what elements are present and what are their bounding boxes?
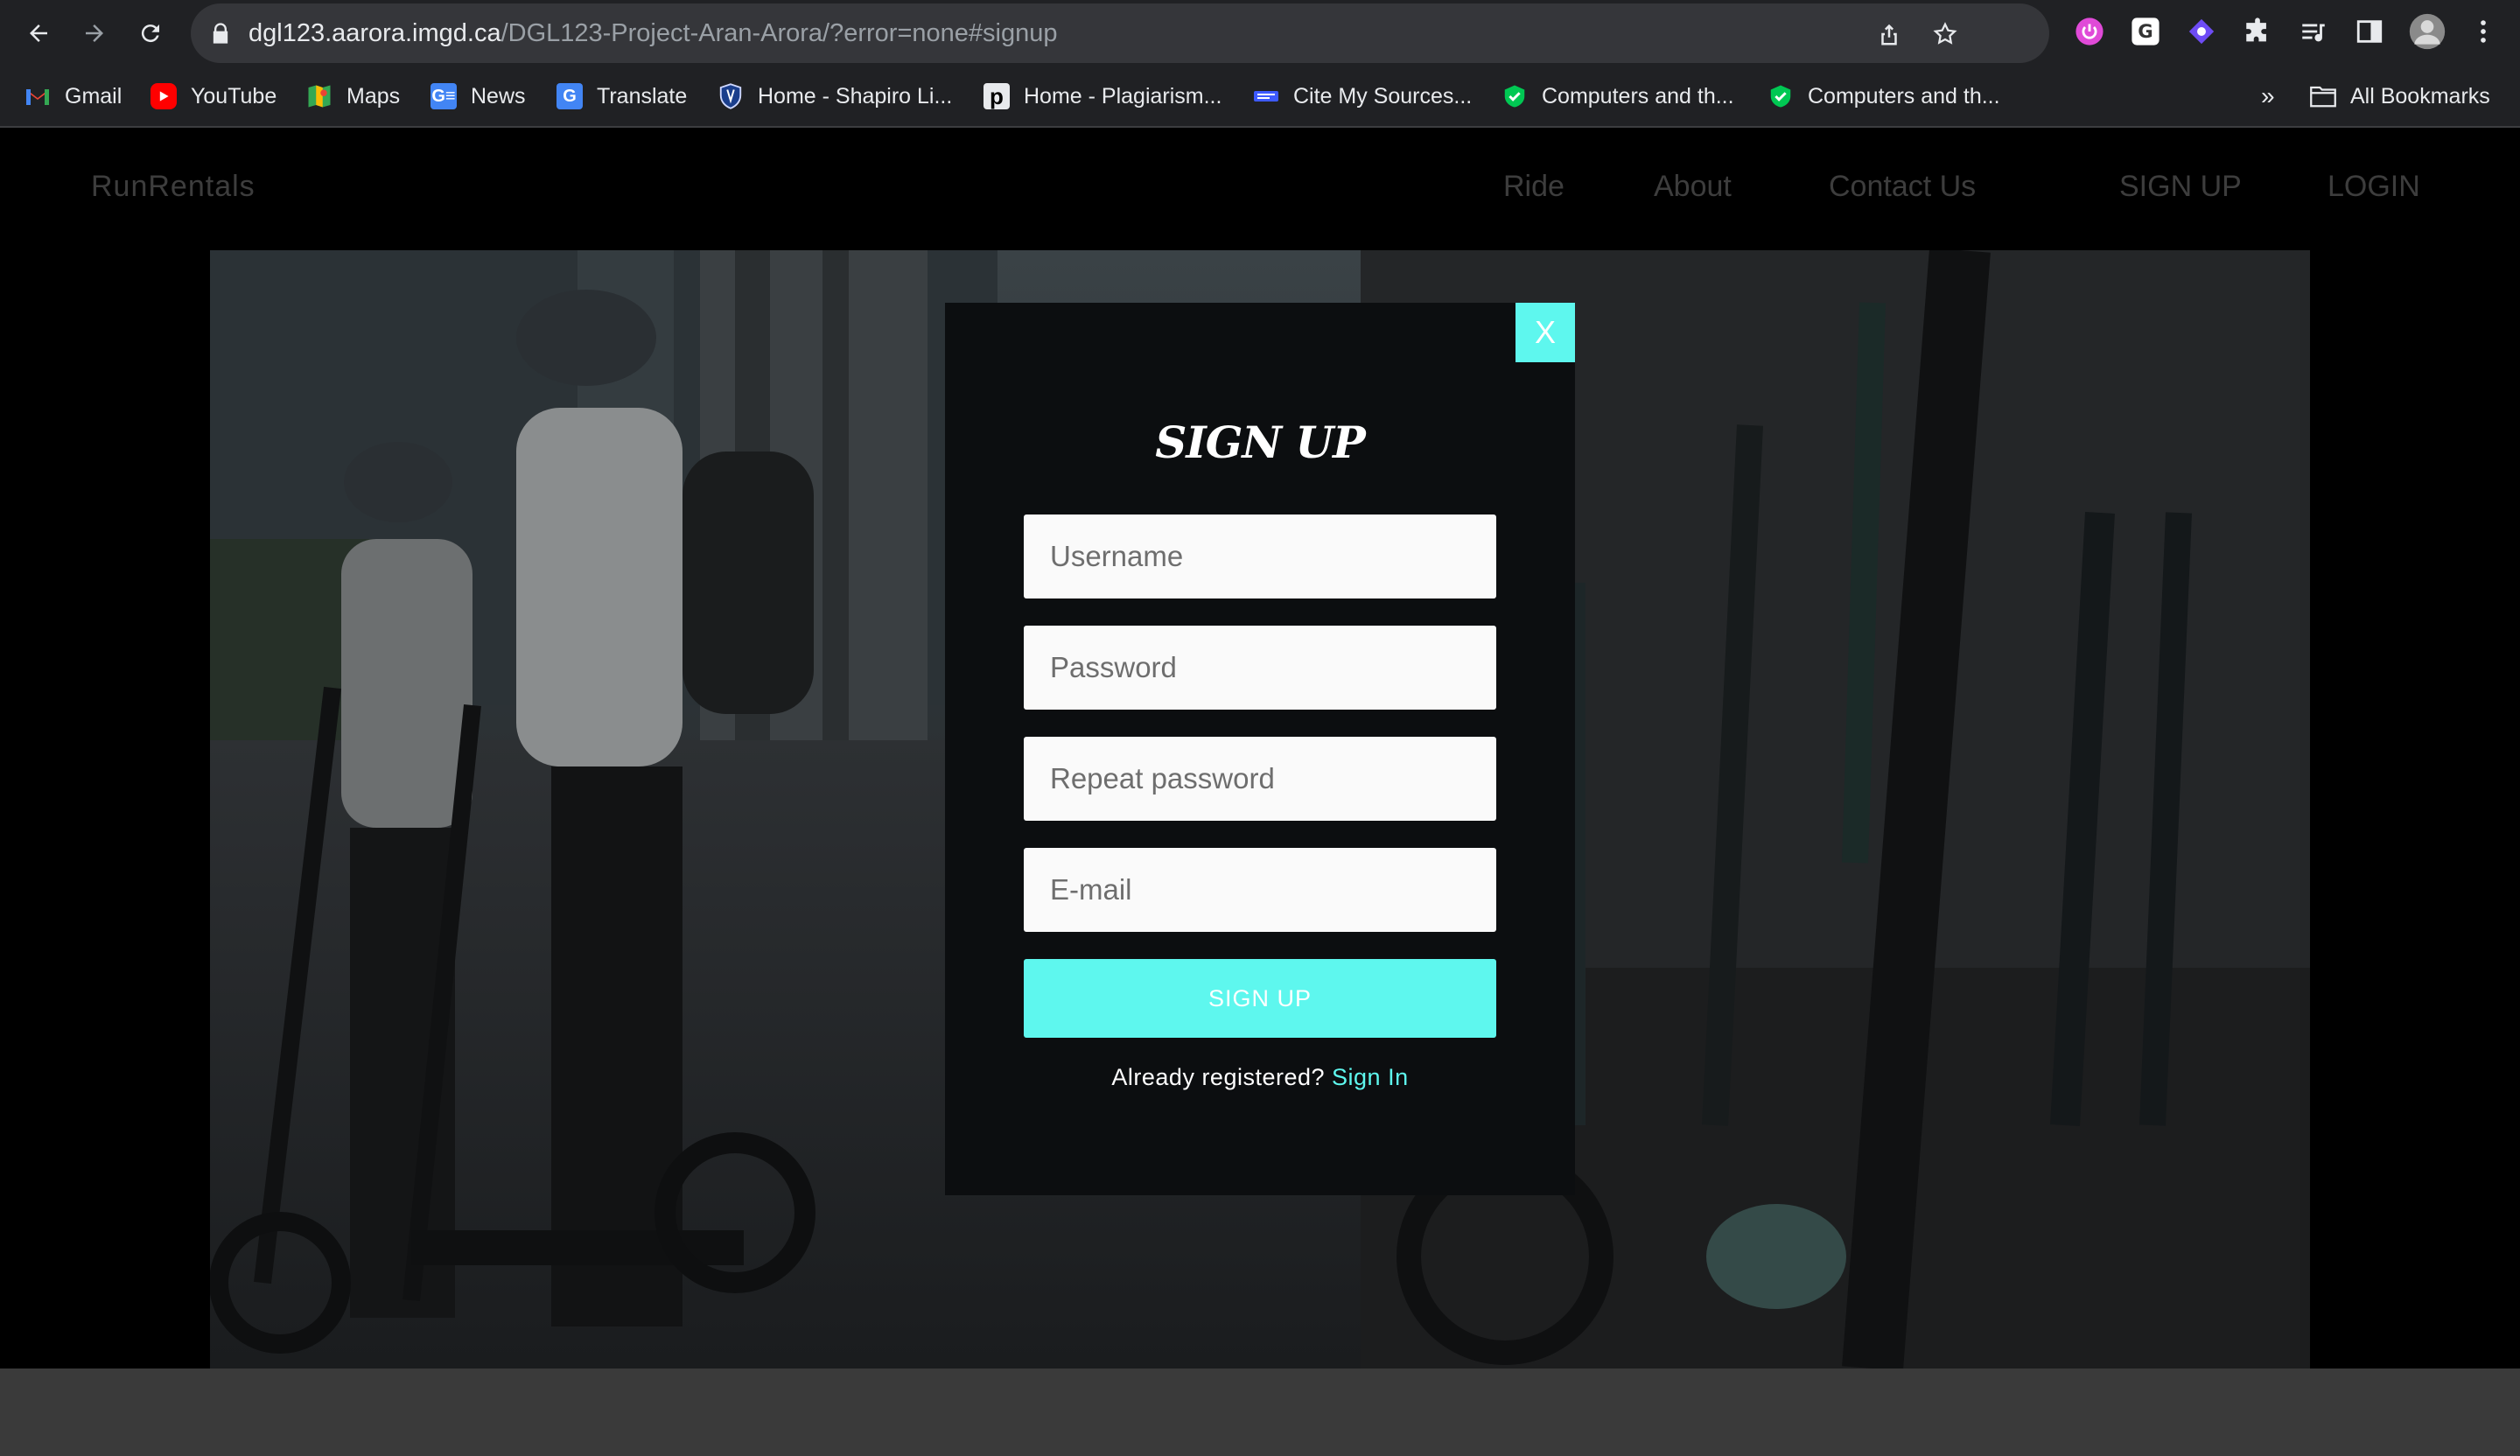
extensions-puzzle-icon[interactable] (2242, 16, 2273, 47)
bookmarks-overflow[interactable]: » (2261, 79, 2275, 114)
url-text: dgl123.aarora.imgd.ca/DGL123-Project-Ara… (248, 4, 1058, 63)
email-input[interactable] (1024, 848, 1496, 932)
svg-text:G: G (2138, 21, 2152, 43)
extension-diamond-icon[interactable] (2186, 16, 2217, 47)
avatar-icon (2409, 13, 2446, 50)
plagiarism-icon: p (984, 83, 1010, 109)
bookmark-translate[interactable]: G Translate (556, 79, 687, 114)
nav-about[interactable]: About (1654, 170, 1732, 204)
side-panel-icon[interactable] (2354, 16, 2385, 47)
profile-avatar[interactable] (2408, 12, 2446, 51)
bookmark-cite-my-sources[interactable]: Cite My Sources... (1253, 79, 1472, 114)
back-button[interactable] (18, 12, 60, 54)
nav-login[interactable]: LOGIN (2328, 170, 2420, 204)
address-bar[interactable]: dgl123.aarora.imgd.ca/DGL123-Project-Ara… (191, 4, 2049, 63)
forward-button[interactable] (74, 12, 116, 54)
site-header: RunRentals Ride About Contact Us SIGN UP… (0, 128, 2520, 250)
all-bookmarks[interactable]: All Bookmarks (2310, 79, 2490, 114)
cite-icon (1253, 83, 1279, 109)
bookmark-youtube[interactable]: YouTube (150, 79, 276, 114)
url-path: /DGL123-Project-Aran-Arora/?error=none#s… (500, 19, 1058, 47)
youtube-icon (150, 83, 177, 109)
news-icon: G≡ (430, 83, 457, 109)
translate-icon: G (556, 83, 583, 109)
check-shield-icon (1768, 83, 1794, 109)
reload-button[interactable] (130, 12, 172, 54)
bookmark-news[interactable]: G≡ News (430, 79, 526, 114)
page-footer-strip (0, 1368, 2520, 1456)
already-registered-label: Already registered? (1111, 1064, 1333, 1090)
username-input[interactable] (1024, 514, 1496, 598)
browser-menu-icon[interactable] (2468, 16, 2499, 47)
bookmark-computers-1[interactable]: Computers and th... (1502, 79, 1734, 114)
bookmark-gmail[interactable]: Gmail (24, 79, 122, 114)
sign-in-link[interactable]: Sign In (1332, 1064, 1409, 1090)
share-icon[interactable] (1876, 21, 1902, 47)
site-brand[interactable]: RunRentals (91, 170, 256, 204)
maps-icon (306, 83, 332, 109)
already-registered-text: Already registered? Sign In (945, 1064, 1575, 1091)
url-host: dgl123.aarora.imgd.ca (248, 19, 501, 47)
bookmarks-bar: Gmail YouTube Maps G≡ News G Translate Hom… (0, 66, 2520, 128)
check-shield-icon (1502, 83, 1528, 109)
extension-grammarly-icon[interactable]: G (2130, 16, 2161, 47)
bookmark-plagiarism[interactable]: p Home - Plagiarism... (984, 79, 1222, 114)
browser-toolbar: dgl123.aarora.imgd.ca/DGL123-Project-Ara… (0, 0, 2520, 66)
modal-close-button[interactable]: X (1516, 303, 1575, 362)
nav-contact-us[interactable]: Contact Us (1829, 170, 1976, 204)
reload-icon (141, 24, 159, 43)
bookmark-computers-2[interactable]: Computers and th... (1768, 79, 2000, 114)
gmail-icon (24, 83, 51, 109)
media-queue-icon[interactable] (2298, 16, 2329, 47)
back-arrow-icon (30, 24, 47, 42)
lock-icon (213, 23, 228, 44)
nav-sign-up[interactable]: SIGN UP (2119, 170, 2242, 204)
bookmark-maps[interactable]: Maps (306, 79, 400, 114)
bookmark-star-icon[interactable] (1932, 21, 1958, 47)
signup-modal: SIGN UP SIGN UP Already registered? Sign… (945, 303, 1575, 1195)
shield-icon (718, 83, 744, 109)
modal-title: SIGN UP (1155, 416, 1366, 468)
repeat-password-input[interactable] (1024, 737, 1496, 821)
folder-icon (2310, 83, 2336, 109)
bookmark-shapiro[interactable]: Home - Shapiro Li... (718, 79, 952, 114)
password-input[interactable] (1024, 626, 1496, 710)
signup-submit-button[interactable]: SIGN UP (1024, 959, 1496, 1038)
forward-arrow-icon (86, 24, 103, 42)
extension-power-icon[interactable] (2074, 16, 2105, 47)
nav-ride[interactable]: Ride (1503, 170, 1564, 204)
